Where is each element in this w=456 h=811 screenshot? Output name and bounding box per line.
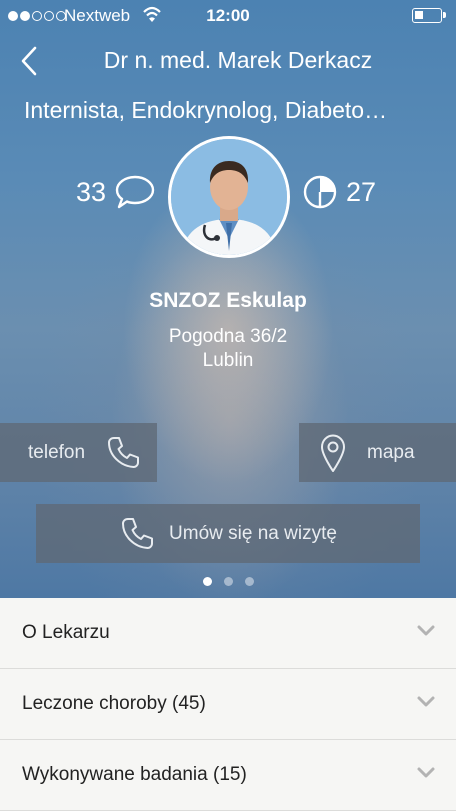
section-treated-diseases[interactable]: Leczone choroby (45)	[0, 669, 456, 740]
comments-count: 33	[76, 176, 107, 207]
map-button-label: mapa	[367, 441, 415, 463]
map-button[interactable]: mapa	[299, 423, 456, 482]
section-about-doctor[interactable]: O Lekarzu	[0, 598, 456, 669]
doctor-name: Dr n. med. Marek Derkacz	[103, 47, 373, 73]
phone-icon	[122, 517, 154, 549]
doctor-specialties: Internista, Endokrynolog, Diabeto…	[24, 97, 388, 123]
status-time: 12:00	[206, 6, 250, 25]
map-pin-icon	[321, 434, 345, 472]
section-label: O Lekarzu	[22, 622, 110, 643]
book-visit-label: Umów się na wizytę	[169, 522, 337, 544]
phone-button[interactable]: telefon	[0, 423, 157, 482]
back-chevron-icon[interactable]	[16, 44, 46, 78]
phone-button-label: telefon	[28, 441, 86, 463]
section-examinations[interactable]: Wykonywane badania (15)	[0, 740, 456, 811]
pie-chart-icon	[303, 175, 337, 209]
details-sections: O Lekarzu Leczone choroby (45) Wykonywan…	[0, 598, 456, 811]
phone-icon	[108, 436, 140, 468]
rating-stat[interactable]: 27	[302, 174, 376, 210]
chevron-down-icon	[417, 767, 435, 778]
battery-icon	[412, 8, 446, 23]
page-dot[interactable]	[244, 577, 254, 586]
chevron-down-icon	[417, 625, 435, 636]
status-bar: Nextweb 12:00	[0, 0, 456, 32]
clinic-street: Pogodna 36/2	[168, 326, 288, 347]
chevron-down-icon	[417, 696, 435, 707]
clinic-city: Lublin	[202, 350, 254, 371]
speech-bubble-icon	[115, 175, 155, 209]
section-label: Wykonywane badania (15)	[22, 764, 247, 785]
rating-count: 27	[346, 176, 377, 207]
comments-stat[interactable]: 33	[76, 174, 156, 210]
clinic-name: SNZOZ Eskulap	[149, 289, 307, 312]
book-visit-button[interactable]: Umów się na wizytę	[36, 504, 420, 563]
doctor-avatar	[168, 136, 290, 258]
section-label: Leczone choroby (45)	[22, 693, 206, 714]
page-dot[interactable]	[223, 577, 233, 586]
page-indicator[interactable]	[0, 577, 456, 586]
page-dot[interactable]	[202, 577, 212, 586]
doctor-profile-header: Dr n. med. Marek Derkacz Internista, End…	[0, 0, 456, 598]
